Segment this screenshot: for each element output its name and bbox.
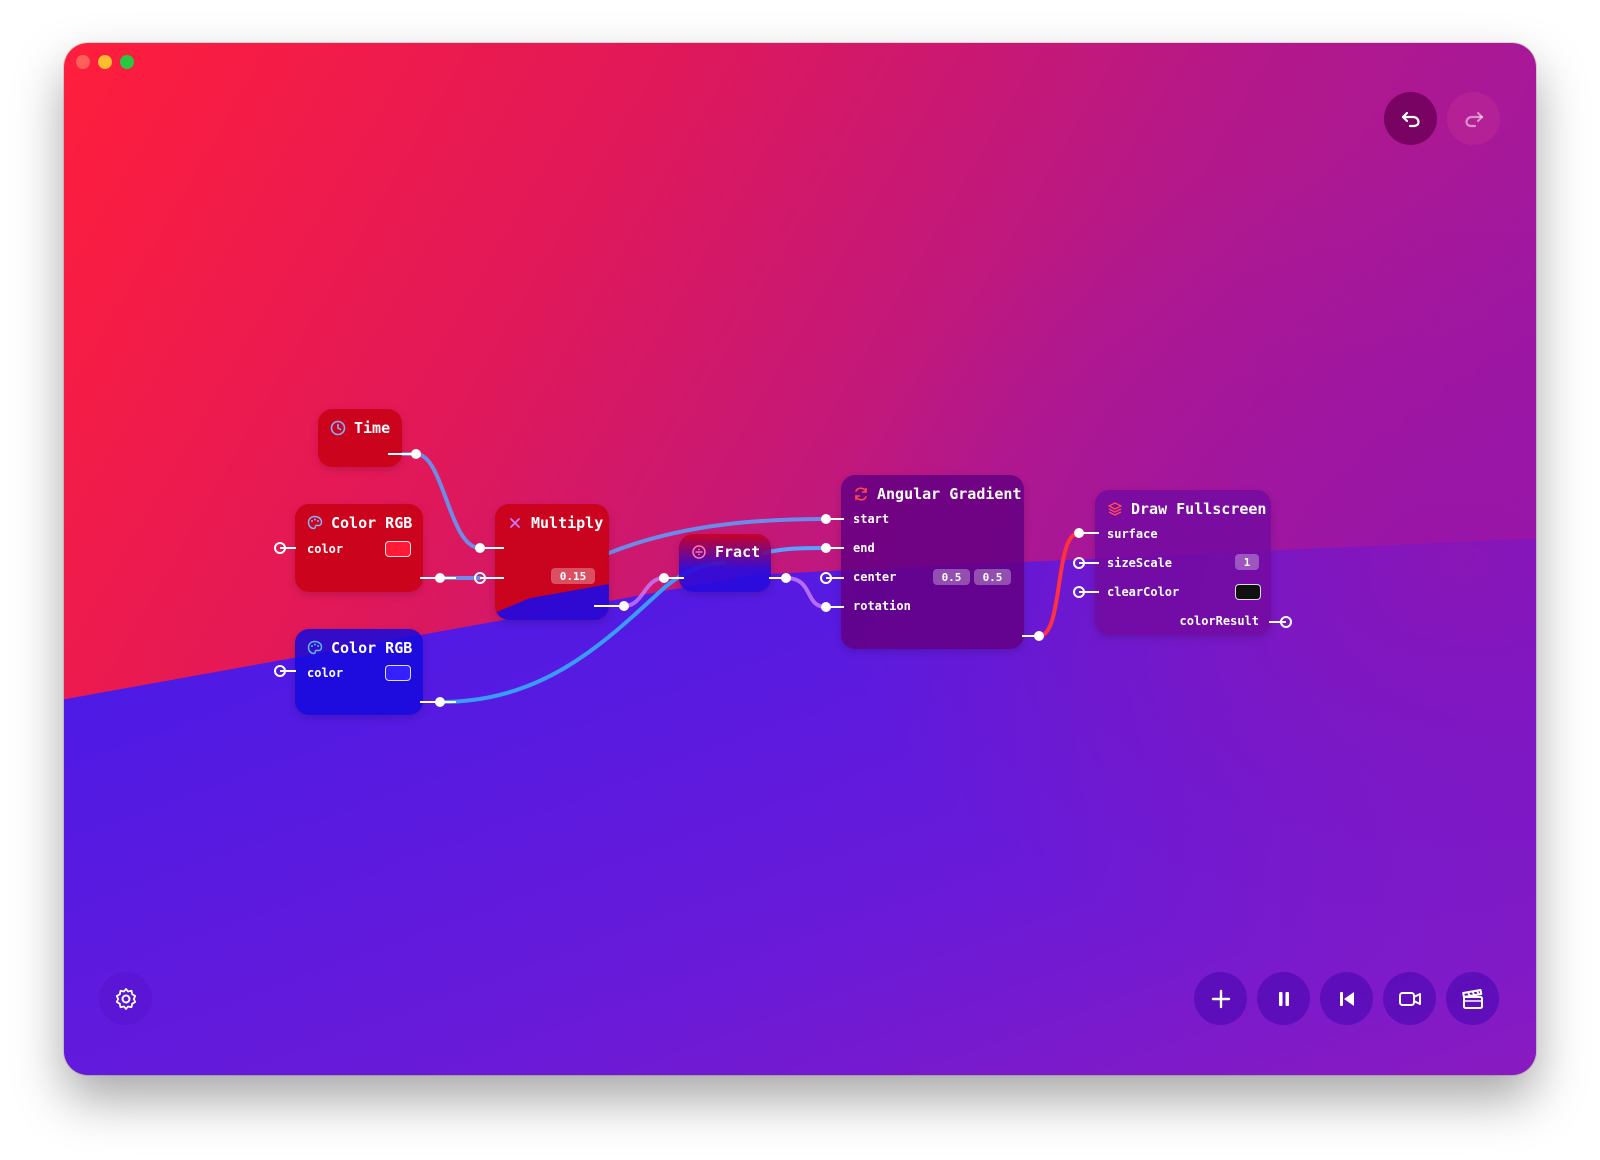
port-end-label: end xyxy=(853,541,875,555)
clapperboard-icon xyxy=(1461,988,1483,1009)
node-angular-gradient-title: Angular Gradient xyxy=(853,485,1022,503)
redo-button[interactable] xyxy=(1447,92,1500,145)
multiply-preview xyxy=(495,584,609,620)
close-window-button[interactable] xyxy=(76,55,90,69)
minimize-window-button[interactable] xyxy=(98,55,112,69)
plus-icon xyxy=(1211,989,1230,1008)
color-swatch-red[interactable] xyxy=(385,541,411,557)
color-swatch-blue[interactable] xyxy=(385,665,411,681)
settings-button[interactable] xyxy=(99,972,152,1025)
node-time[interactable]: Time xyxy=(318,409,402,467)
redo-arrow-icon xyxy=(1464,111,1483,127)
skip-back-icon xyxy=(1339,991,1354,1006)
palette-icon xyxy=(307,640,323,655)
clearcolor-swatch[interactable] xyxy=(1235,584,1261,600)
record-video-button[interactable] xyxy=(1383,972,1436,1025)
restart-button[interactable] xyxy=(1320,972,1373,1025)
multiply-value-field[interactable]: 0.15 xyxy=(551,568,595,584)
node-angular-gradient[interactable]: Angular Gradient start end center 0.5 0.… xyxy=(841,475,1024,649)
node-multiply[interactable]: Multiply 0.15 xyxy=(495,504,609,620)
window-controls xyxy=(76,55,134,69)
node-draw-fullscreen-title: Draw Fullscreen xyxy=(1107,500,1266,518)
node-fract[interactable]: Fract xyxy=(679,534,771,592)
port-color-label: color xyxy=(307,666,344,680)
refresh-icon xyxy=(855,487,867,501)
port-sizescale-label: sizeScale xyxy=(1107,556,1173,570)
palette-icon xyxy=(307,515,323,530)
port-colorresult-label: colorResult xyxy=(1179,614,1259,628)
center-y-field[interactable]: 0.5 xyxy=(974,569,1011,585)
node-multiply-title: Multiply xyxy=(507,514,603,532)
node-color-rgb-red[interactable]: Color RGB color xyxy=(295,504,423,592)
add-node-button[interactable] xyxy=(1194,972,1247,1025)
pause-button[interactable] xyxy=(1257,972,1310,1025)
undo-button[interactable] xyxy=(1384,92,1437,145)
fract-icon xyxy=(692,545,706,559)
port-clearcolor-label: clearColor xyxy=(1107,585,1180,599)
sizescale-field[interactable]: 1 xyxy=(1235,554,1259,570)
node-fract-title: Fract xyxy=(691,543,760,561)
maximize-window-button[interactable] xyxy=(120,55,134,69)
center-x-field[interactable]: 0.5 xyxy=(933,569,970,585)
multiply-icon xyxy=(510,518,520,528)
video-camera-icon xyxy=(1398,991,1421,1006)
node-draw-fullscreen[interactable]: Draw Fullscreen surface sizeScale 1 clea… xyxy=(1095,490,1271,635)
gear-icon xyxy=(115,987,136,1010)
node-color-rgb-title: Color RGB xyxy=(307,514,412,532)
port-color-label: color xyxy=(307,542,344,556)
port-start-label: start xyxy=(853,512,890,526)
render-scene-button[interactable] xyxy=(1446,972,1499,1025)
clock-icon xyxy=(330,420,346,436)
port-surface-label: surface xyxy=(1107,527,1158,541)
node-time-title: Time xyxy=(330,419,390,437)
app-window: Time Color RGB color Color RGB color Mul… xyxy=(64,43,1536,1075)
undo-arrow-icon xyxy=(1401,111,1420,127)
layers-icon xyxy=(1108,502,1122,516)
port-rotation-label: rotation xyxy=(853,599,911,613)
port-center-label: center xyxy=(853,570,897,584)
pause-icon xyxy=(1278,991,1289,1006)
node-color-rgb-title: Color RGB xyxy=(307,639,412,657)
gradient-preview-blend xyxy=(64,43,1536,1075)
node-color-rgb-blue[interactable]: Color RGB color xyxy=(295,629,423,715)
